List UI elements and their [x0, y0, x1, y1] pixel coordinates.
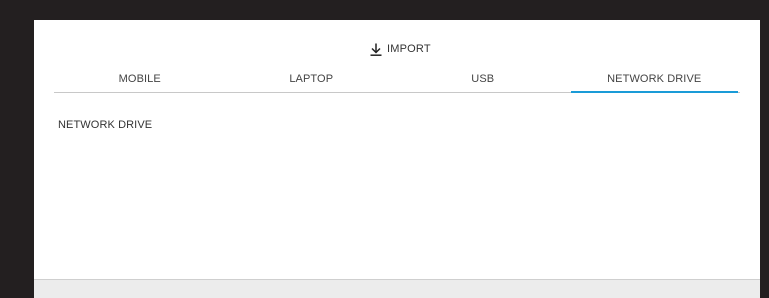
- download-arrow-icon: [370, 43, 382, 56]
- content-title: NETWORK DRIVE: [58, 119, 153, 131]
- tab-network-drive[interactable]: NETWORK DRIVE: [569, 68, 741, 93]
- import-button[interactable]: IMPORT: [370, 40, 431, 58]
- footer-bar: [34, 279, 760, 298]
- import-label: IMPORT: [387, 43, 431, 55]
- tab-laptop[interactable]: LAPTOP: [226, 68, 398, 92]
- import-dialog: IMPORT MOBILE LAPTOP USB NETWORK DRIVE N…: [34, 20, 760, 298]
- tab-usb[interactable]: USB: [397, 68, 569, 92]
- tab-mobile[interactable]: MOBILE: [54, 68, 226, 92]
- source-tabs: MOBILE LAPTOP USB NETWORK DRIVE: [54, 68, 740, 93]
